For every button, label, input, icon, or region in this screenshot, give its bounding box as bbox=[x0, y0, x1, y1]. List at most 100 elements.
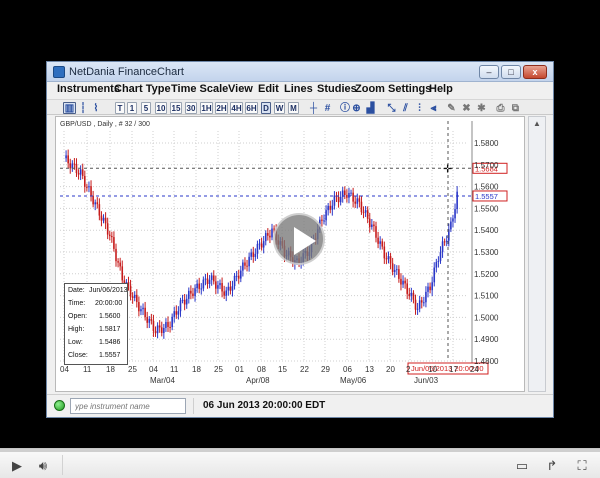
close-button[interactable]: x bbox=[523, 65, 547, 79]
candle-body bbox=[192, 293, 194, 296]
window-titlebar[interactable]: NetDania FinanceChart – □ x bbox=[47, 62, 553, 82]
candle-body bbox=[111, 235, 113, 238]
candle-body bbox=[387, 256, 390, 260]
share-icon[interactable]: ↱ bbox=[542, 458, 562, 474]
timeframe-2h-button[interactable]: 2H bbox=[215, 102, 228, 114]
timeframe-weekly-button[interactable]: W bbox=[274, 102, 285, 114]
menu-help[interactable]: Help bbox=[429, 83, 453, 95]
edit-line-icon[interactable]: ✎ bbox=[445, 102, 458, 114]
menu-studies[interactable]: Studies bbox=[317, 83, 357, 95]
timeframe-1-button[interactable]: 1 bbox=[127, 102, 137, 114]
timeframe-tick-button[interactable]: T bbox=[115, 102, 125, 114]
candle-body bbox=[321, 219, 323, 221]
candle-body bbox=[452, 218, 454, 222]
candle-body bbox=[138, 302, 140, 312]
ohlc-high-value: 1.5817 bbox=[99, 326, 121, 333]
bar-chart-icon[interactable]: ┆ bbox=[77, 102, 89, 114]
video-progress-bar[interactable] bbox=[0, 449, 600, 452]
play-control-icon[interactable]: ▶ bbox=[8, 458, 26, 474]
connection-status-icon bbox=[54, 400, 65, 411]
candle-body bbox=[131, 296, 134, 298]
scroll-up-icon[interactable]: ▲ bbox=[531, 119, 543, 129]
ohlc-time-value: 20:00:00 bbox=[95, 300, 123, 307]
candle-body bbox=[200, 288, 203, 290]
candle-body bbox=[227, 286, 230, 291]
x-day-label: 04 bbox=[149, 365, 158, 374]
grid-icon[interactable]: # bbox=[321, 102, 334, 114]
y-tick-label: 1.5300 bbox=[474, 248, 499, 257]
timeframe-15-button[interactable]: 15 bbox=[170, 102, 182, 114]
menu-zoom[interactable]: Zoom bbox=[355, 83, 385, 95]
menu-edit[interactable]: Edit bbox=[258, 83, 279, 95]
chart-vertical-scrollbar[interactable]: ▲ bbox=[528, 116, 546, 392]
candlestick-chart-icon[interactable]: ▥ bbox=[63, 102, 76, 114]
maximize-button[interactable]: □ bbox=[501, 65, 521, 79]
channel-icon[interactable]: ⫽ bbox=[399, 102, 412, 114]
candle-body bbox=[133, 294, 136, 298]
candle-body bbox=[339, 196, 342, 203]
menu-settings[interactable]: Settings bbox=[388, 83, 431, 95]
mini-player-icon[interactable]: ▭ bbox=[512, 458, 532, 474]
candle-body bbox=[81, 169, 84, 176]
delete-all-icon[interactable]: ✱ bbox=[475, 102, 488, 114]
trendline-icon[interactable]: ⤡ bbox=[385, 102, 398, 114]
ohlc-time-label: Time: bbox=[68, 300, 86, 307]
minimize-button[interactable]: – bbox=[479, 65, 499, 79]
candle-body bbox=[140, 309, 142, 312]
candle-body bbox=[215, 281, 217, 289]
menu-lines[interactable]: Lines bbox=[284, 83, 313, 95]
fibonacci-icon[interactable]: ⫶ bbox=[413, 102, 426, 114]
candle-body bbox=[144, 307, 146, 318]
candle-body bbox=[98, 204, 101, 216]
candle-body bbox=[106, 223, 109, 235]
timeframe-monthly-button[interactable]: M bbox=[288, 102, 299, 114]
candle-body bbox=[329, 205, 332, 210]
candle-body bbox=[379, 241, 381, 244]
zoom-in-icon[interactable]: ⊕ bbox=[351, 102, 362, 114]
x-month-label: May/06 bbox=[340, 376, 367, 385]
candle-body bbox=[104, 217, 107, 224]
delete-icon[interactable]: ✖ bbox=[460, 102, 473, 114]
crosshair-icon[interactable]: ┼ bbox=[307, 102, 320, 114]
candle-body bbox=[246, 265, 248, 267]
candle-body bbox=[354, 201, 356, 204]
candle-body bbox=[150, 318, 153, 321]
candle-body bbox=[437, 260, 440, 262]
timeframe-30-button[interactable]: 30 bbox=[185, 102, 197, 114]
video-play-button[interactable] bbox=[273, 213, 325, 265]
timeframe-1h-button[interactable]: 1H bbox=[200, 102, 213, 114]
candle-body bbox=[418, 300, 421, 309]
candle-body bbox=[383, 246, 386, 259]
candle-body bbox=[371, 224, 373, 227]
timeframe-daily-button[interactable]: D bbox=[261, 102, 271, 114]
x-day-label: 11 bbox=[83, 365, 92, 374]
candle-body bbox=[325, 210, 327, 221]
candle-body bbox=[115, 248, 117, 262]
menu-instruments[interactable]: Instruments bbox=[57, 83, 120, 95]
instrument-search-input[interactable] bbox=[70, 398, 186, 414]
candle-body bbox=[408, 293, 411, 296]
candle-body bbox=[219, 283, 221, 286]
copy-icon[interactable]: ⧉ bbox=[509, 102, 522, 114]
line-chart-icon[interactable]: ⌇ bbox=[90, 102, 102, 114]
timeframe-4h-button[interactable]: 4H bbox=[230, 102, 243, 114]
candle-body bbox=[206, 278, 209, 284]
gann-icon[interactable]: ⫷ bbox=[427, 102, 440, 114]
candle-body bbox=[256, 244, 259, 254]
video-frame[interactable]: NetDania FinanceChart – □ x Instruments … bbox=[0, 0, 600, 452]
info-icon[interactable]: ⓘ bbox=[339, 102, 350, 114]
candle-body bbox=[323, 220, 325, 222]
timeframe-5-button[interactable]: 5 bbox=[141, 102, 151, 114]
timeframe-6h-button[interactable]: 6H bbox=[245, 102, 258, 114]
candle-body bbox=[260, 243, 263, 248]
timeframe-10-button[interactable]: 10 bbox=[155, 102, 167, 114]
fullscreen-icon[interactable]: ⛶ bbox=[572, 458, 592, 474]
volume-icon[interactable]: 🔊︎ bbox=[32, 458, 54, 474]
candle-body bbox=[252, 252, 255, 257]
menu-chart-type[interactable]: Chart Type bbox=[114, 83, 171, 95]
x-day-label: 04 bbox=[60, 365, 69, 374]
print-icon[interactable]: ⎙ bbox=[494, 102, 507, 114]
menu-view[interactable]: View bbox=[228, 83, 253, 95]
study-icon[interactable]: ▟ bbox=[364, 102, 377, 114]
menu-time-scale[interactable]: Time Scale bbox=[171, 83, 228, 95]
